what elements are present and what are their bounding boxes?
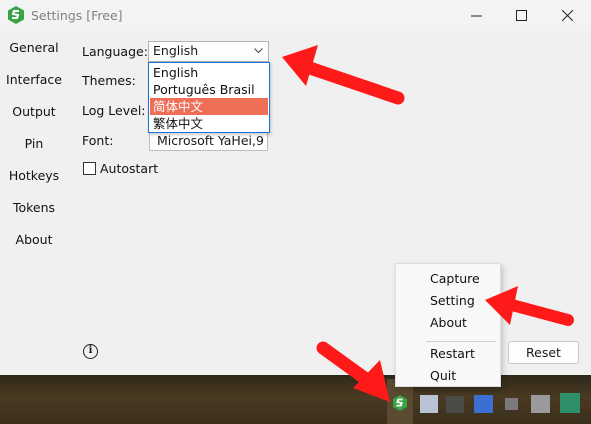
- window-title: Settings [Free]: [31, 8, 123, 23]
- language-label: Language:: [82, 44, 148, 59]
- maximize-button[interactable]: [498, 0, 544, 31]
- menu-item-capture[interactable]: Capture: [430, 271, 480, 286]
- close-button[interactable]: [544, 0, 590, 31]
- snipaste-app-icon: [8, 6, 24, 24]
- menu-item-setting[interactable]: Setting: [430, 293, 475, 308]
- settings-window-body: General Interface Output Pin Hotkeys Tok…: [0, 31, 591, 375]
- sidebar-item-about[interactable]: About: [0, 232, 68, 247]
- reset-button[interactable]: Reset: [508, 341, 579, 364]
- tray-app-icon[interactable]: [505, 398, 518, 410]
- language-option-english[interactable]: English: [150, 64, 268, 81]
- title-bar: Settings [Free]: [0, 0, 591, 31]
- sidebar-item-tokens[interactable]: Tokens: [0, 200, 68, 215]
- autostart-checkbox[interactable]: [83, 162, 96, 175]
- language-option-traditional-chinese[interactable]: 繁体中文: [150, 115, 268, 132]
- minimize-button[interactable]: [453, 0, 499, 31]
- sidebar-item-general[interactable]: General: [0, 40, 68, 55]
- minimize-icon: [470, 15, 482, 17]
- taskbar: [0, 375, 591, 424]
- autostart-label[interactable]: Autostart: [100, 161, 158, 176]
- tray-app-icon[interactable]: [531, 395, 550, 413]
- themes-label: Themes:: [82, 73, 136, 88]
- language-select[interactable]: English: [148, 41, 269, 62]
- sidebar-item-interface[interactable]: Interface: [0, 72, 68, 87]
- snipaste-tray-icon: [393, 395, 407, 411]
- language-dropdown-list: English Português Brasil 简体中文 繁体中文: [148, 62, 270, 133]
- menu-item-quit[interactable]: Quit: [430, 368, 456, 383]
- sidebar-item-pin[interactable]: Pin: [0, 136, 68, 151]
- tray-app-icon[interactable]: [560, 393, 580, 413]
- sidebar-item-hotkeys[interactable]: Hotkeys: [0, 168, 68, 183]
- sidebar-item-output[interactable]: Output: [0, 104, 68, 119]
- log-level-label: Log Level:: [82, 103, 146, 118]
- info-icon[interactable]: i: [83, 344, 98, 359]
- font-label: Font:: [82, 133, 114, 148]
- tray-app-icon[interactable]: [474, 395, 493, 413]
- tray-app-icon[interactable]: [420, 395, 438, 413]
- language-option-simplified-chinese[interactable]: 简体中文: [150, 98, 268, 115]
- language-select-value: English: [153, 43, 199, 58]
- tray-context-menu: Capture Setting About Restart Quit: [395, 263, 501, 387]
- menu-item-restart[interactable]: Restart: [430, 346, 475, 361]
- language-option-portugues-brasil[interactable]: Português Brasil: [150, 81, 268, 98]
- chevron-down-icon: [254, 48, 263, 54]
- maximize-icon: [515, 10, 527, 21]
- menu-separator: [426, 341, 496, 342]
- tray-app-icon[interactable]: [446, 396, 464, 413]
- menu-item-about[interactable]: About: [430, 315, 467, 330]
- close-icon: [561, 10, 573, 21]
- font-picker[interactable]: Microsoft YaHei,9: [149, 130, 268, 151]
